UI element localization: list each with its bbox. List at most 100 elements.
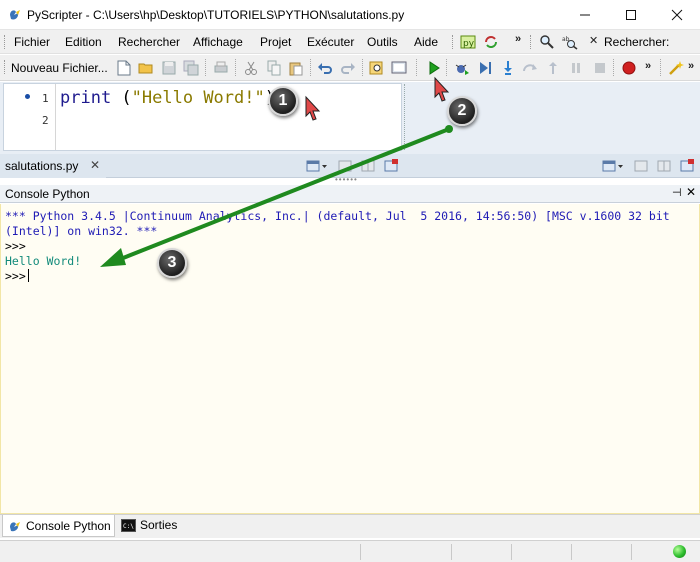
console-prompt: >>>: [5, 269, 26, 283]
line-number: 1: [42, 92, 49, 105]
toolbar-separator: [235, 59, 236, 76]
search-close-icon[interactable]: ✕: [589, 34, 598, 47]
status-separator: [360, 544, 361, 560]
close-window-button[interactable]: [654, 0, 700, 30]
search-icon[interactable]: [539, 34, 555, 50]
find-in-files-icon[interactable]: [369, 60, 385, 76]
new-file-button[interactable]: Nouveau Fichier...: [11, 61, 108, 75]
editor-tab-strip: salutations.py ✕ ••••••: [0, 154, 700, 184]
paste-icon[interactable]: [288, 60, 304, 76]
horizontal-splitter[interactable]: ••••••: [335, 175, 358, 184]
console-title: Console Python: [5, 187, 90, 201]
close-panel-icon[interactable]: ✕: [686, 185, 696, 199]
editor-splitter[interactable]: [404, 84, 407, 150]
svg-text:C:\: C:\: [123, 523, 134, 530]
search-toolbar-grip[interactable]: [530, 35, 533, 49]
tab-sorties-label: Sorties: [140, 518, 178, 532]
print-icon[interactable]: [213, 60, 229, 76]
tab-console-python[interactable]: Console Python: [2, 515, 115, 537]
pin-icon[interactable]: ⊣: [672, 186, 682, 199]
toolbar-separator: [613, 59, 614, 76]
menu-bar: Fichier Edition Rechercher Affichage Pro…: [0, 30, 700, 54]
toolbar-separator: [446, 59, 447, 76]
stop-icon[interactable]: [592, 60, 608, 76]
pyscripter-logo-icon: [10, 10, 20, 20]
code-line[interactable]: print ("Hello Word!"): [60, 88, 275, 108]
menu-outils[interactable]: Outils: [367, 35, 398, 49]
menu-projet[interactable]: Projet: [260, 35, 291, 49]
tab-list-icon[interactable]: [306, 158, 328, 174]
open-folder-icon[interactable]: [138, 60, 154, 76]
debug-icon[interactable]: [454, 60, 470, 76]
overflow-chevron[interactable]: »: [515, 33, 521, 45]
close-tab-icon[interactable]: ✕: [90, 158, 100, 172]
title-bar: PyScripter - C:\Users\hp\Desktop\TUTORIE…: [0, 0, 700, 30]
toolbar-separator: [416, 59, 417, 76]
undo-icon[interactable]: [317, 60, 333, 76]
new-document-icon[interactable]: [116, 60, 132, 76]
close-all-tabs-icon[interactable]: [383, 158, 399, 174]
menu-grip[interactable]: [4, 35, 7, 49]
run-button[interactable]: [426, 60, 442, 76]
status-separator: [631, 544, 632, 560]
menu-aide[interactable]: Aide: [414, 35, 438, 49]
editor-gutter[interactable]: 1 2: [4, 84, 56, 150]
copy-icon[interactable]: [266, 60, 282, 76]
preview-icon[interactable]: [391, 60, 407, 76]
close-icon: [671, 9, 683, 21]
breakpoint-icon[interactable]: [621, 60, 637, 76]
current-line-marker: [25, 94, 30, 99]
toolbar-main-grip[interactable]: [4, 60, 7, 74]
file-tab-label: salutations.py: [5, 159, 79, 173]
toolbar-separator: [310, 59, 311, 76]
menu-affichage[interactable]: Affichage: [193, 35, 243, 49]
tab-console-label: Console Python: [26, 519, 111, 533]
new-tab-icon[interactable]: [337, 158, 353, 174]
close-all-tabs-icon-right[interactable]: [679, 158, 695, 174]
tab-salutations[interactable]: salutations.py ✕: [0, 154, 106, 178]
tab-sorties[interactable]: C:\ Sorties: [118, 515, 184, 537]
console-input-line[interactable]: >>>: [5, 269, 29, 283]
toolbar-separator: [660, 59, 661, 76]
engine-status-icon: [673, 545, 686, 558]
run-to-cursor-icon[interactable]: [478, 60, 494, 76]
toolbar-separator: [205, 59, 206, 76]
pause-icon[interactable]: [568, 60, 584, 76]
step-badge-1: 1: [268, 86, 298, 116]
save-all-icon[interactable]: [183, 60, 199, 76]
status-bar: [0, 540, 700, 562]
python-console[interactable]: *** Python 3.4.5 |Continuum Analytics, I…: [0, 204, 700, 514]
split-view-icon-right[interactable]: [656, 158, 672, 174]
python-engine-icon[interactable]: py: [460, 34, 476, 50]
code-keyword: print: [60, 88, 112, 108]
refresh-icon[interactable]: [483, 34, 499, 50]
code-editor[interactable]: 1 2 print ("Hello Word!"): [3, 83, 402, 151]
minimize-button[interactable]: [562, 0, 608, 30]
menu-executer[interactable]: Exécuter: [307, 35, 354, 49]
toolbar-end-chevron[interactable]: »: [688, 60, 694, 72]
save-icon[interactable]: [161, 60, 177, 76]
new-tab-icon-right[interactable]: [633, 158, 649, 174]
menu-edition[interactable]: Edition: [65, 35, 102, 49]
menu-fichier[interactable]: Fichier: [14, 35, 50, 49]
split-view-icon[interactable]: [360, 158, 376, 174]
step-out-icon[interactable]: [545, 60, 561, 76]
toolbar-grip[interactable]: [452, 35, 455, 49]
step-over-icon[interactable]: [522, 60, 538, 76]
step-badge-3: 3: [157, 248, 187, 278]
minimize-icon: [580, 14, 590, 16]
step-badge-2: 2: [447, 96, 477, 126]
wand-icon[interactable]: [668, 60, 684, 76]
toolbar-overflow-chevron[interactable]: »: [645, 60, 651, 72]
redo-icon[interactable]: [340, 60, 356, 76]
console-panel-header: Console Python ⊣ ✕: [0, 185, 700, 203]
text-caret: [27, 269, 29, 282]
maximize-button[interactable]: [608, 0, 654, 30]
tab-list-icon-right[interactable]: [602, 158, 624, 174]
cut-icon[interactable]: [243, 60, 259, 76]
code-paren-open: (: [111, 88, 132, 108]
replace-icon[interactable]: ab: [562, 34, 578, 50]
console-prompt: >>>: [5, 239, 26, 253]
step-into-icon[interactable]: [500, 60, 516, 76]
menu-rechercher[interactable]: Rechercher: [118, 35, 180, 49]
